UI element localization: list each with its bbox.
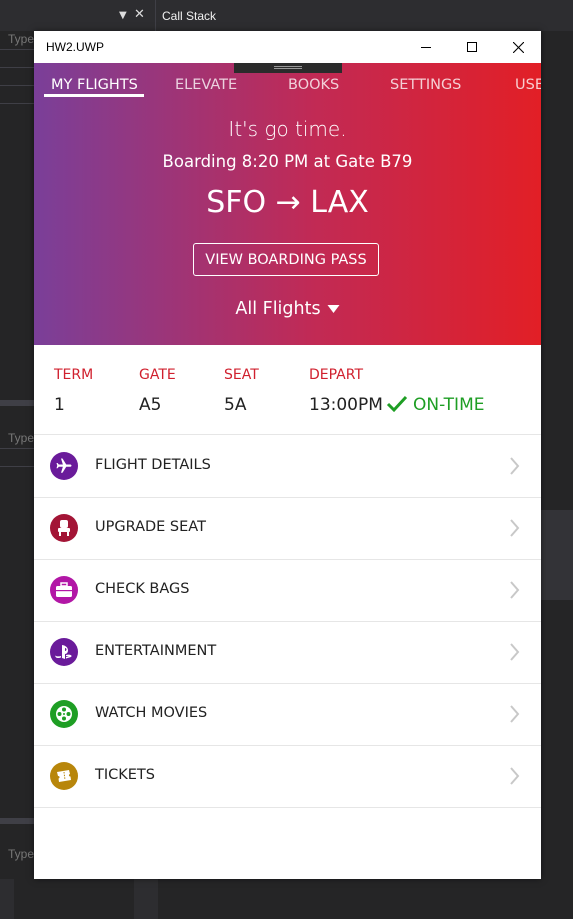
ide-right-panel [541,510,573,600]
gate-value: A5 [139,395,162,415]
all-flights-dropdown[interactable]: All Flights [34,299,541,319]
briefcase-icon [50,576,78,604]
list-item-entertainment[interactable]: ENTERTAINMENT [34,621,541,684]
chevron-right-icon [510,519,520,537]
ide-callstack-label[interactable]: Call Stack [162,9,216,23]
seat-icon [50,514,78,542]
chevron-down-icon [327,299,340,319]
menu-label-check-bags: CHECK BAGS [95,581,190,597]
seat-value: 5A [224,395,247,415]
ide-grid-rows [0,49,34,104]
flight-route: SFO → LAX [206,185,369,220]
chevron-right-icon [510,457,520,475]
list-item-tickets[interactable]: TICKETS [34,745,541,808]
depart-label: DEPART [309,367,364,383]
chevron-right-icon [510,767,520,785]
tab-settings[interactable]: SETTINGS [390,77,461,93]
depart-value: 13:00PM [309,395,383,415]
ide-close-icon[interactable]: ✕ [134,7,145,22]
ticket-icon [50,762,78,790]
menu-label-watch-movies: WATCH MOVIES [95,705,208,721]
tab-my-flights[interactable]: MY FLIGHTS [51,77,138,93]
chevron-right-icon [510,581,520,599]
chevron-right-icon [510,643,520,661]
minimize-icon [421,47,431,48]
hero-banner: MY FLIGHTS ELEVATE BOOKS SETTINGS USE It… [34,63,541,345]
tab-books[interactable]: BOOKS [288,77,339,93]
maximize-icon [467,42,477,52]
list-item-flight-details[interactable]: FLIGHT DETAILS [34,435,541,498]
gate-label: GATE [139,367,176,383]
checkmark-icon [386,395,408,413]
ide-dropdown-icon[interactable]: ▼ [119,10,127,21]
seat-label: SEAT [224,367,259,383]
tab-elevate[interactable]: ELEVATE [175,77,237,93]
ide-callstack-panel: Call Stack [155,0,573,31]
list-item-upgrade-seat[interactable]: UPGRADE SEAT [34,497,541,560]
film-reel-icon [50,700,78,728]
drag-handle[interactable] [234,63,342,73]
ide-type-label-2: Type [8,431,35,445]
all-flights-label: All Flights [235,299,321,319]
list-item-check-bags[interactable]: CHECK BAGS [34,559,541,622]
minimize-button[interactable] [403,31,449,63]
flight-info-panel: TERM 1 GATE A5 SEAT 5A DEPART 13:00PM ON… [34,345,541,435]
term-value: 1 [54,395,65,415]
menu-label-entertainment: ENTERTAINMENT [95,643,217,659]
menu-label-upgrade-seat: UPGRADE SEAT [95,519,206,535]
ide-type-label-3: Type [8,847,35,861]
ide-grid-rows-2 [0,448,34,467]
tab-bar: MY FLIGHTS ELEVATE BOOKS SETTINGS USE [34,73,541,103]
flight-status: ON-TIME [413,395,485,415]
ide-bottom-column-2 [134,879,158,919]
maximize-button[interactable] [449,31,495,63]
playstation-icon [50,638,78,666]
ide-bottom-column [0,879,14,919]
window-title: HW2.UWP [46,40,104,54]
term-label: TERM [54,367,94,383]
app-window: HW2.UWP MY FLIGHTS ELEVATE BOOKS SETTING… [34,31,541,879]
ide-panel-separator[interactable] [0,400,34,406]
airplane-icon [50,452,78,480]
close-button[interactable] [495,31,541,63]
close-icon [512,41,524,53]
menu-label-tickets: TICKETS [95,767,155,783]
tab-user[interactable]: USE [515,77,541,93]
list-item-watch-movies[interactable]: WATCH MOVIES [34,683,541,746]
tagline: It's go time. [228,117,347,141]
boarding-info: Boarding 8:20 PM at Gate B79 [162,152,413,171]
active-tab-indicator [44,94,144,97]
chevron-right-icon [510,705,520,723]
ide-type-label: Type [8,32,35,46]
ide-panel-separator-2[interactable] [0,818,34,824]
view-boarding-pass-button[interactable]: VIEW BOARDING PASS [193,243,379,276]
menu-label-flight-details: FLIGHT DETAILS [95,457,211,473]
title-bar[interactable]: HW2.UWP [34,31,541,63]
view-boarding-pass-label: VIEW BOARDING PASS [205,251,367,268]
